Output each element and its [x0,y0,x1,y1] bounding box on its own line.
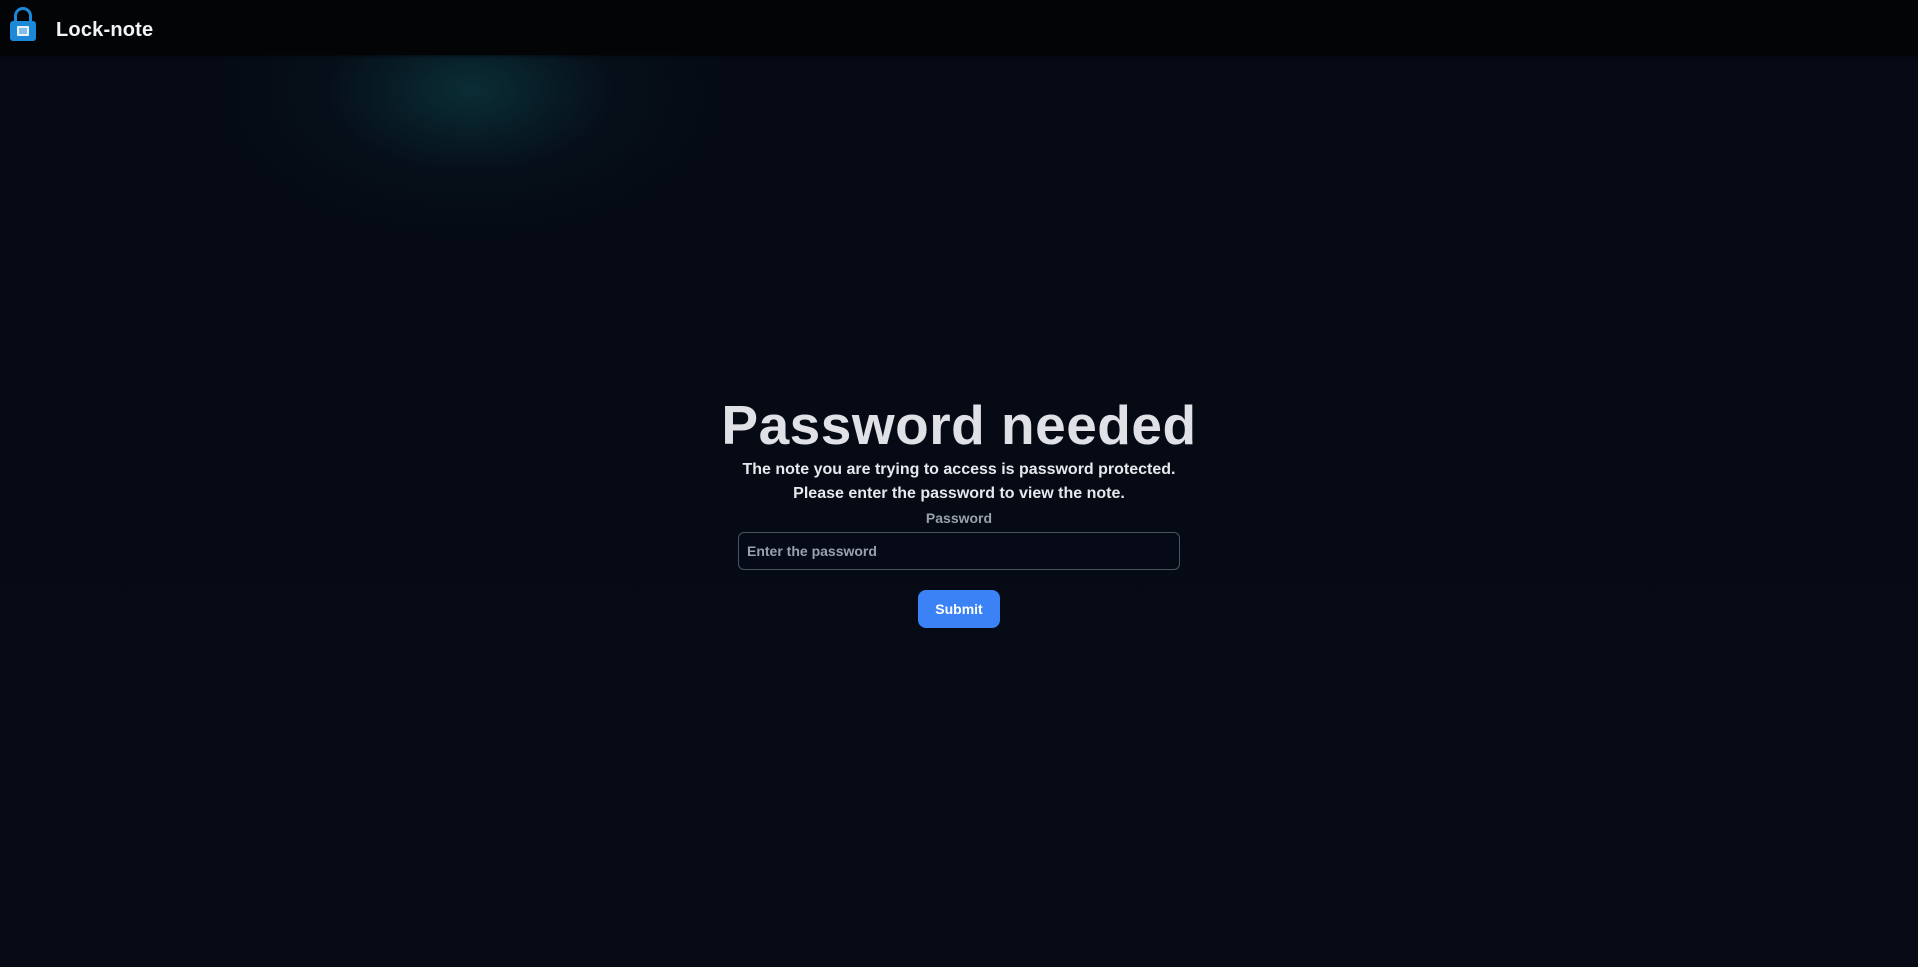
app-root: Lock-note Password needed The note you a… [0,0,1918,967]
password-label: Password [925,510,993,526]
description-line-1: The note you are trying to access is pas… [742,461,1176,478]
password-input[interactable] [738,532,1180,570]
lock-note-logo-icon[interactable] [9,6,37,42]
submit-button[interactable]: Submit [918,590,1000,628]
password-form-section: Password needed The note you are trying … [0,392,1918,628]
page-title: Password needed [721,394,1197,456]
description-line-2: Please enter the password to view the no… [793,485,1125,502]
app-title[interactable]: Lock-note [56,19,153,42]
top-bar: Lock-note [0,0,1918,55]
